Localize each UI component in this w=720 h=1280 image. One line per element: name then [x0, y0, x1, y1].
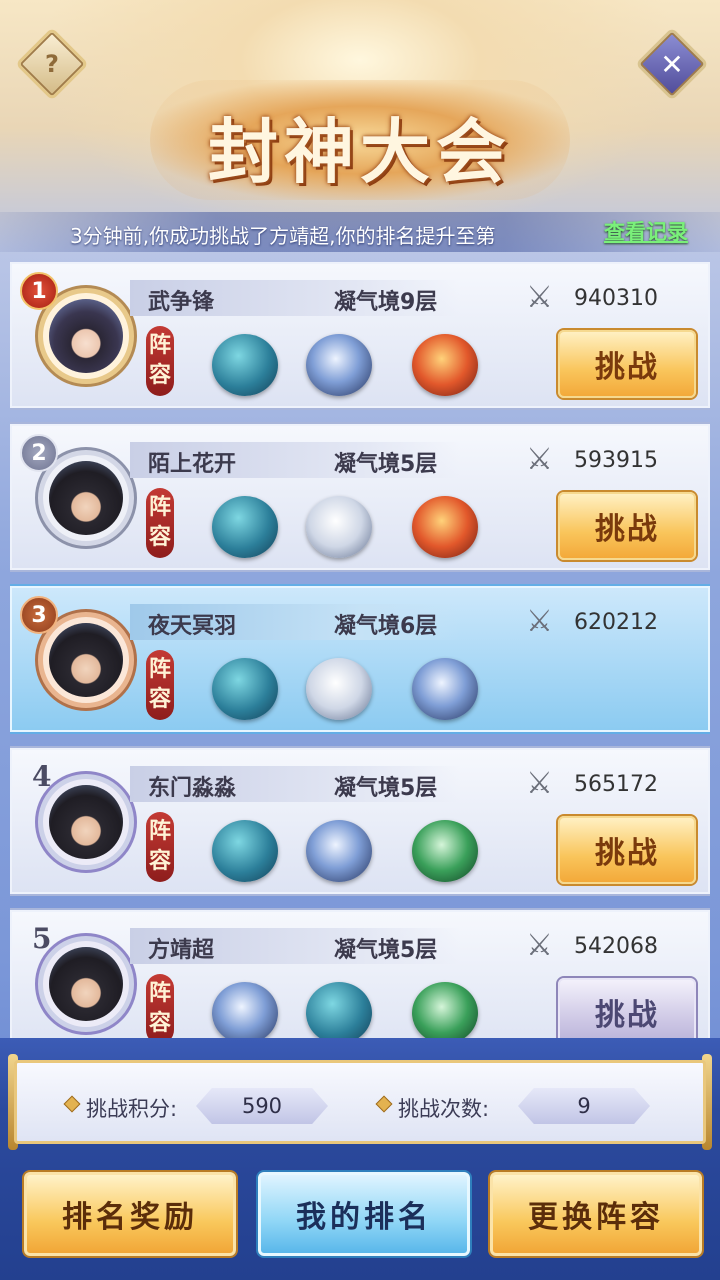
green-dragon-pet-icon[interactable]	[412, 820, 478, 882]
lineup-char: 阵	[148, 981, 171, 1006]
portrait-image	[49, 947, 123, 1021]
lineup-char: 容	[148, 1011, 171, 1036]
lineup-char: 容	[148, 687, 171, 712]
challenge-points-value: 590	[196, 1088, 328, 1124]
my-rank-button[interactable]: 我的排名	[258, 1172, 470, 1256]
player-name: 东门淼淼	[148, 776, 237, 801]
ranking-row: 1 武争锋 凝气境9层 ⚔ 940310 阵容 挑战	[10, 262, 710, 408]
ranking-row: 5 方靖超 凝气境5层 ⚔ 542068 阵容 挑战	[10, 910, 710, 1038]
combat-power: 593915	[574, 448, 658, 473]
lineup-tag: 阵容	[146, 488, 174, 558]
close-icon: ✕	[660, 47, 684, 81]
view-log-link[interactable]: 查看记录	[604, 216, 688, 246]
challenge-button[interactable]: 挑战	[558, 330, 696, 398]
whale-pet-icon[interactable]	[212, 658, 278, 720]
rank-reward-button[interactable]: 排名奖励	[24, 1172, 236, 1256]
rank-badge: 2	[20, 434, 58, 472]
avatar[interactable]	[38, 774, 134, 870]
change-lineup-button[interactable]: 更换阵容	[490, 1172, 702, 1256]
lineup-char: 阵	[148, 819, 171, 844]
whale-pet-icon[interactable]	[212, 496, 278, 558]
crossed-swords-icon: ⚔	[526, 766, 553, 801]
whale-pet-icon[interactable]	[212, 334, 278, 396]
combat-power: 940310	[574, 286, 658, 311]
crossed-swords-icon: ⚔	[526, 928, 553, 963]
lineup-char: 容	[148, 363, 171, 388]
realm-level: 凝气境9层	[334, 290, 438, 315]
ranking-row: 4 东门淼淼 凝气境5层 ⚔ 565172 阵容 挑战	[10, 748, 710, 894]
lineup-char: 阵	[148, 657, 171, 682]
rank-number: 4	[32, 760, 52, 793]
white-tiger-pet-icon[interactable]	[306, 496, 372, 558]
challenge-button[interactable]: 挑战	[558, 816, 696, 884]
blue-dragon-pet-icon[interactable]	[212, 982, 278, 1038]
green-dragon-pet-icon[interactable]	[412, 982, 478, 1038]
lineup-tag: 阵容	[146, 650, 174, 720]
player-name: 夜天冥羽	[148, 614, 237, 639]
blue-dragon-pet-icon[interactable]	[306, 334, 372, 396]
ranking-list[interactable]: 1 武争锋 凝气境9层 ⚔ 940310 阵容 挑战 2 陌上花开 凝气境5层 …	[10, 262, 710, 1038]
crossed-swords-icon: ⚔	[526, 442, 553, 477]
whale-pet-icon[interactable]	[306, 982, 372, 1038]
crossed-swords-icon: ⚔	[526, 280, 553, 315]
white-tiger-pet-icon[interactable]	[306, 658, 372, 720]
lineup-tag: 阵容	[146, 812, 174, 882]
portrait-image	[49, 785, 123, 859]
lineup-char: 阵	[148, 495, 171, 520]
notice-text: 3分钟前,你成功挑战了方靖超,你的排名提升至第	[70, 224, 496, 248]
portrait-image	[49, 623, 123, 697]
ranking-row-self: 3 夜天冥羽 凝气境6层 ⚔ 620212 阵容	[10, 586, 710, 732]
player-name: 方靖超	[148, 938, 215, 963]
realm-level: 凝气境6层	[334, 614, 438, 639]
realm-level: 凝气境5层	[334, 452, 438, 477]
player-name: 武争锋	[148, 290, 215, 315]
lineup-char: 容	[148, 849, 171, 874]
realm-level: 凝气境5层	[334, 776, 438, 801]
challenge-button[interactable]: 挑战	[558, 492, 696, 560]
realm-level: 凝气境5层	[334, 938, 438, 963]
challenge-button[interactable]: 挑战	[558, 978, 696, 1038]
red-dragon-pet-icon[interactable]	[412, 496, 478, 558]
lineup-char: 阵	[148, 333, 171, 358]
lineup-tag: 阵容	[146, 326, 174, 396]
avatar[interactable]	[38, 936, 134, 1032]
question-icon: ?	[45, 50, 59, 78]
lineup-char: 容	[148, 525, 171, 550]
challenge-count-label: 挑战次数:	[398, 1097, 490, 1121]
rank-badge: 1	[20, 272, 58, 310]
portrait-image	[49, 299, 123, 373]
combat-power: 620212	[574, 610, 658, 635]
rank-badge: 3	[20, 596, 58, 634]
page-title: 封神大会	[208, 110, 512, 193]
red-dragon-pet-icon[interactable]	[412, 334, 478, 396]
challenge-count-value: 9	[518, 1088, 650, 1124]
portrait-image	[49, 461, 123, 535]
combat-power: 565172	[574, 772, 658, 797]
lineup-tag: 阵容	[146, 974, 174, 1038]
whale-pet-icon[interactable]	[212, 820, 278, 882]
challenge-points-label: 挑战积分:	[86, 1097, 178, 1121]
player-name: 陌上花开	[148, 452, 237, 477]
combat-power: 542068	[574, 934, 658, 959]
crossed-swords-icon: ⚔	[526, 604, 553, 639]
rank-number: 5	[32, 922, 52, 955]
ranking-row: 2 陌上花开 凝气境5层 ⚔ 593915 阵容 挑战	[10, 424, 710, 570]
blue-dragon-pet-icon[interactable]	[412, 658, 478, 720]
blue-dragon-pet-icon[interactable]	[306, 820, 372, 882]
